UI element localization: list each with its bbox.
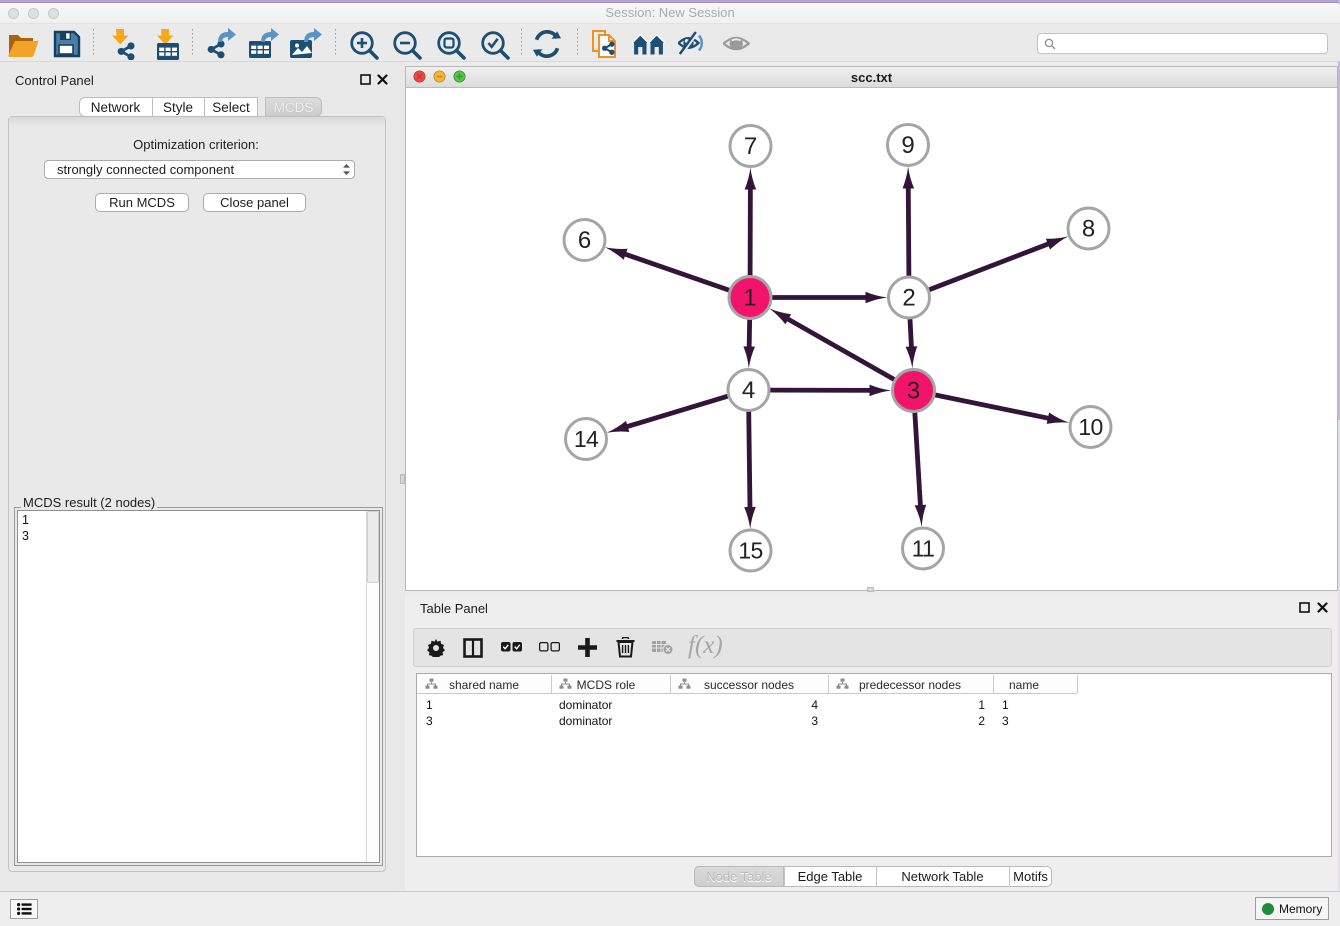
svg-text:10: 10	[1078, 414, 1102, 440]
svg-text:14: 14	[574, 426, 599, 452]
svg-text:7: 7	[744, 133, 757, 160]
svg-text:6: 6	[578, 227, 591, 254]
svg-text:9: 9	[901, 132, 914, 159]
svg-text:1: 1	[743, 285, 756, 312]
svg-text:2: 2	[902, 285, 915, 312]
svg-text:8: 8	[1082, 216, 1095, 243]
svg-text:15: 15	[738, 538, 762, 564]
svg-text:4: 4	[742, 377, 755, 404]
svg-text:11: 11	[912, 536, 934, 562]
svg-text:3: 3	[907, 378, 920, 405]
